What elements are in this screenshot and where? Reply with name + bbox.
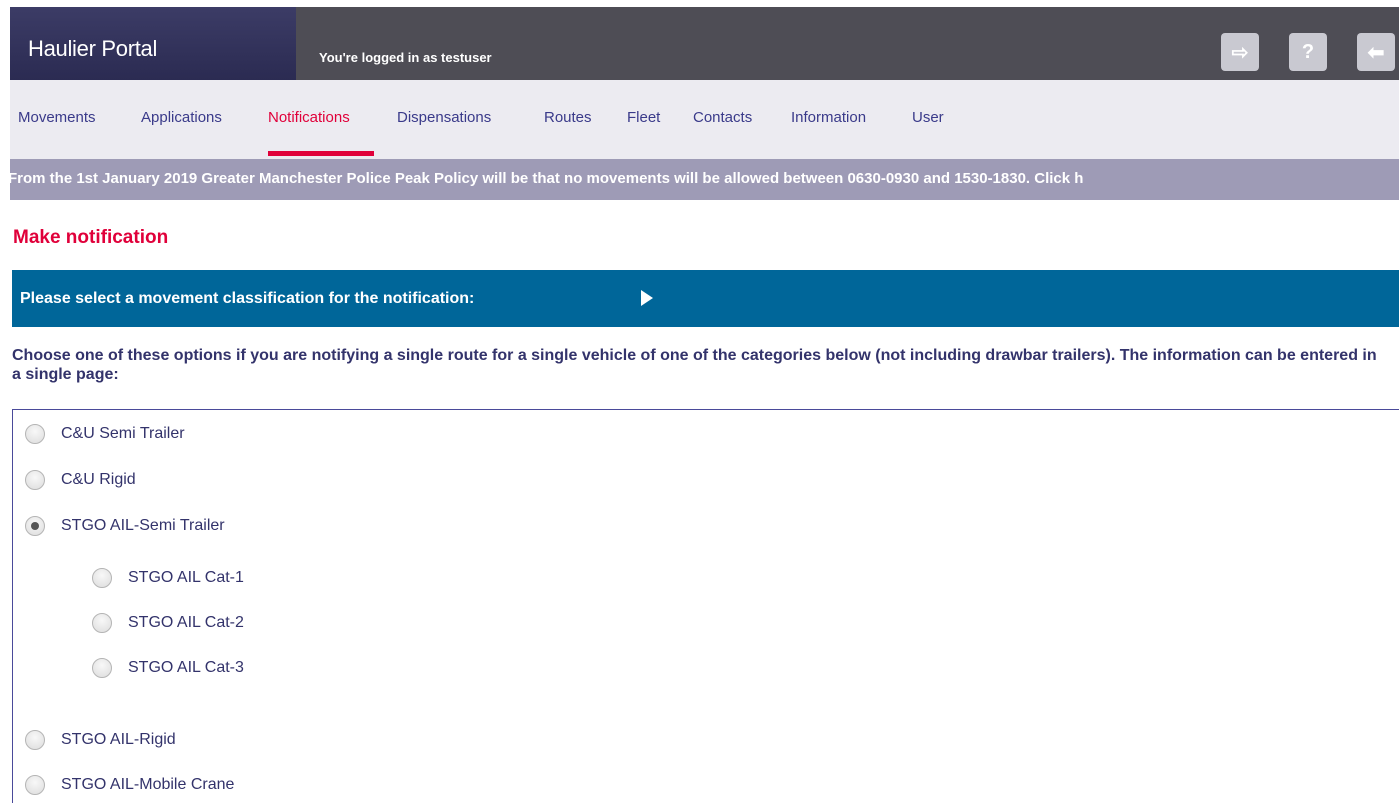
radio-button[interactable] bbox=[25, 730, 45, 750]
nav-item-fleet[interactable]: Fleet bbox=[627, 109, 660, 126]
option-stgo-ail-semi-trailer[interactable]: STGO AIL-Semi Trailer bbox=[25, 516, 225, 536]
nav-item-movements[interactable]: Movements bbox=[18, 109, 96, 126]
back-arrow-icon: ⬅ bbox=[1367, 41, 1385, 64]
nav-item-contacts[interactable]: Contacts bbox=[693, 109, 752, 126]
brand-title: Haulier Portal bbox=[28, 36, 158, 61]
help-button[interactable]: ? bbox=[1289, 33, 1327, 71]
header: Haulier Portal You're logged in as testu… bbox=[0, 0, 1399, 80]
option-label: STGO AIL-Semi Trailer bbox=[61, 517, 225, 534]
announcement-text[interactable]: From the 1st January 2019 Greater Manche… bbox=[10, 170, 1083, 187]
option-cu-semi-trailer[interactable]: C&U Semi Trailer bbox=[25, 424, 185, 444]
option-label: STGO AIL Cat-1 bbox=[128, 569, 244, 586]
option-label: C&U Semi Trailer bbox=[61, 425, 185, 442]
play-arrow-icon[interactable] bbox=[641, 290, 653, 306]
option-stgo-ail-rigid[interactable]: STGO AIL-Rigid bbox=[25, 730, 176, 750]
option-stgo-ail-mobile-crane[interactable]: STGO AIL-Mobile Crane bbox=[25, 775, 234, 795]
classification-bar[interactable]: Please select a movement classification … bbox=[12, 270, 1399, 327]
radio-button[interactable] bbox=[25, 470, 45, 490]
option-label: STGO AIL Cat-3 bbox=[128, 659, 244, 676]
radio-button[interactable] bbox=[92, 658, 112, 678]
nav-item-information[interactable]: Information bbox=[791, 109, 866, 126]
option-stgo-ail-cat-1[interactable]: STGO AIL Cat-1 bbox=[92, 568, 244, 588]
radio-button[interactable] bbox=[25, 775, 45, 795]
option-label: STGO AIL-Rigid bbox=[61, 731, 176, 748]
classification-prompt: Please select a movement classification … bbox=[20, 290, 475, 307]
main-nav: Movements Applications Notifications Dis… bbox=[10, 80, 1399, 159]
logout-button[interactable]: ⇨ bbox=[1221, 33, 1259, 71]
option-label: STGO AIL Cat-2 bbox=[128, 614, 244, 631]
nav-item-applications[interactable]: Applications bbox=[141, 109, 222, 126]
options-panel: C&U Semi Trailer C&U Rigid STGO AIL-Semi… bbox=[12, 409, 1399, 803]
help-icon: ? bbox=[1301, 40, 1315, 63]
nav-item-dispensations[interactable]: Dispensations bbox=[397, 109, 491, 126]
nav-item-user[interactable]: User bbox=[912, 109, 944, 126]
login-bar: You're logged in as testuser ⇨ ? ⬅ bbox=[296, 7, 1399, 80]
radio-button-selected[interactable] bbox=[25, 516, 45, 536]
nav-item-routes[interactable]: Routes bbox=[544, 109, 592, 126]
page-title: Make notification bbox=[13, 227, 169, 248]
option-label: STGO AIL-Mobile Crane bbox=[61, 776, 235, 793]
instructions-text: Choose one of these options if you are n… bbox=[12, 347, 1377, 383]
logout-icon: ⇨ bbox=[1231, 41, 1249, 64]
option-stgo-ail-cat-2[interactable]: STGO AIL Cat-2 bbox=[92, 613, 244, 633]
announcement-banner[interactable]: From the 1st January 2019 Greater Manche… bbox=[10, 159, 1399, 200]
radio-button[interactable] bbox=[92, 568, 112, 588]
active-tab-indicator bbox=[268, 151, 374, 156]
back-button[interactable]: ⬅ bbox=[1357, 33, 1395, 71]
radio-button[interactable] bbox=[25, 424, 45, 444]
option-stgo-ail-cat-3[interactable]: STGO AIL Cat-3 bbox=[92, 658, 244, 678]
radio-button[interactable] bbox=[92, 613, 112, 633]
option-cu-rigid[interactable]: C&U Rigid bbox=[25, 470, 136, 490]
login-status: You're logged in as testuser bbox=[319, 50, 492, 65]
nav-item-notifications[interactable]: Notifications bbox=[268, 109, 350, 126]
brand-box: Haulier Portal bbox=[10, 7, 296, 80]
option-label: C&U Rigid bbox=[61, 471, 136, 488]
